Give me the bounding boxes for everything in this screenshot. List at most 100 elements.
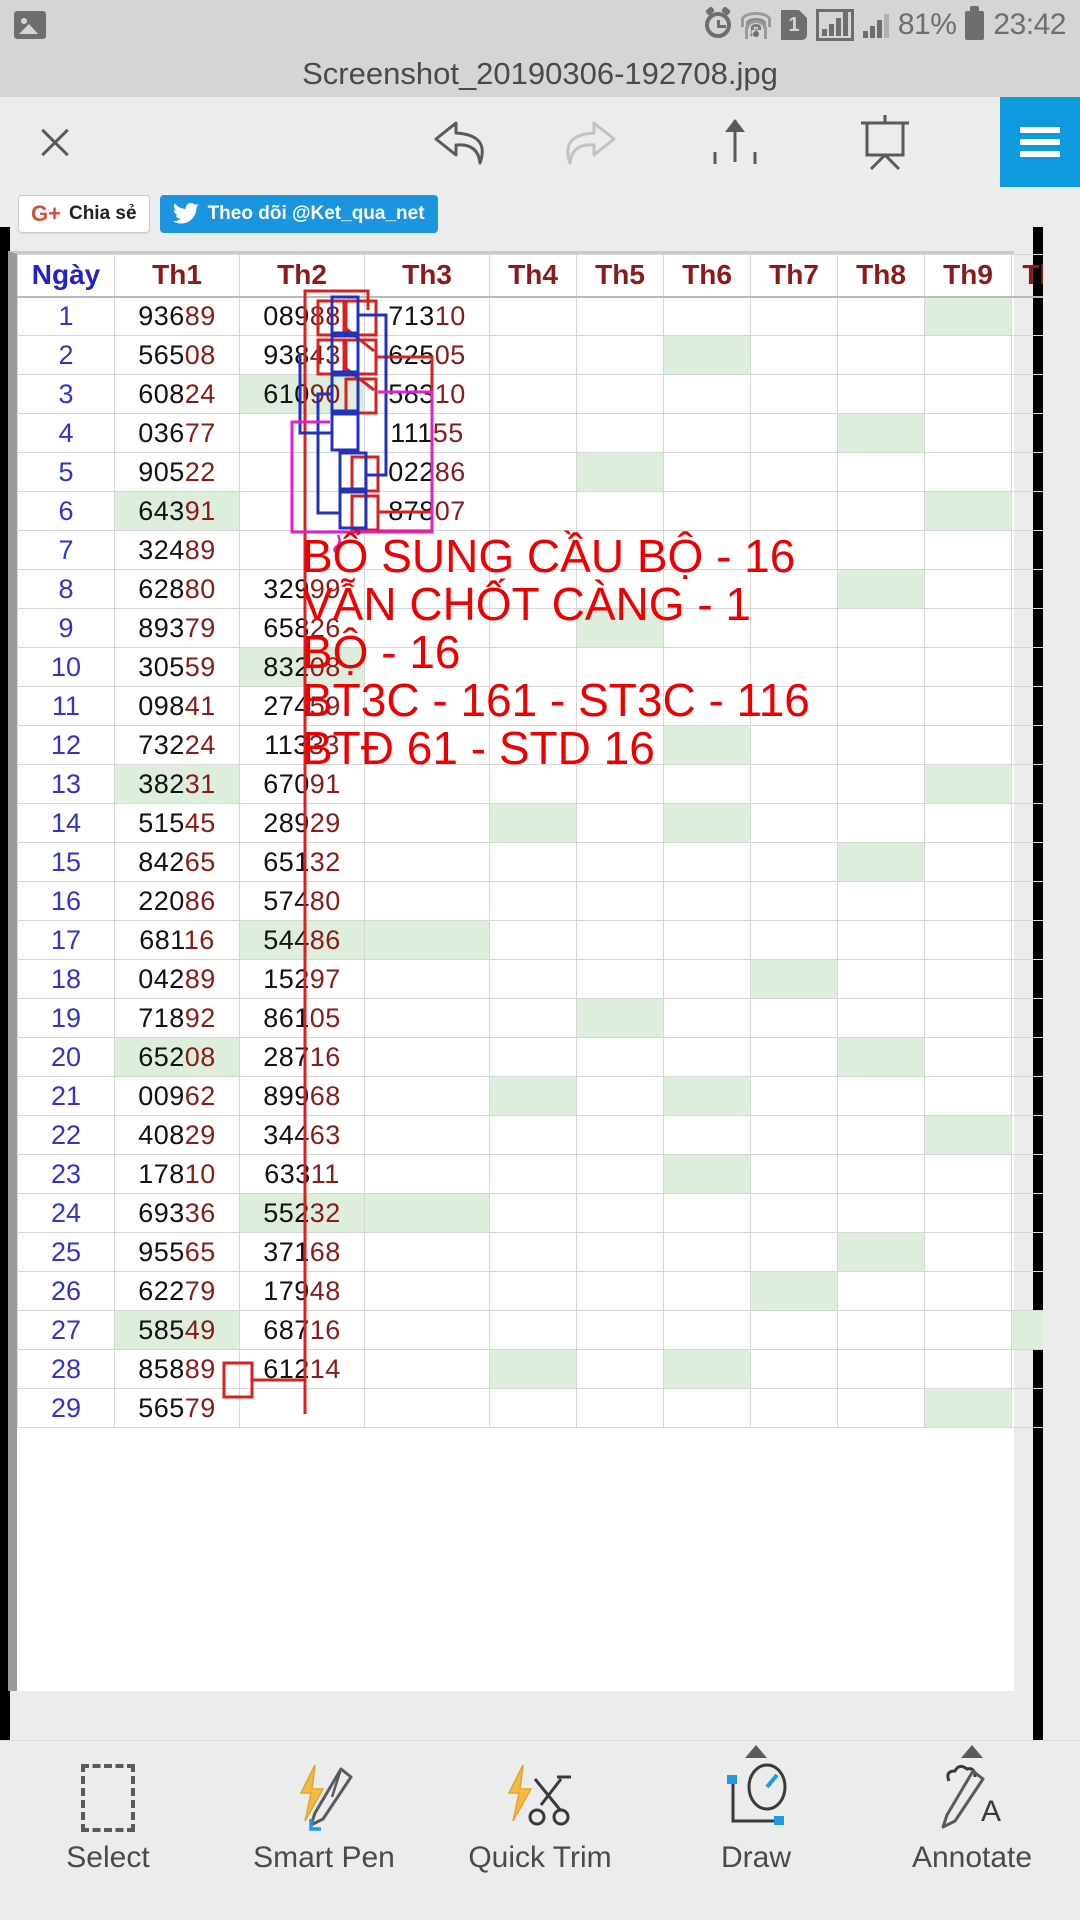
cell-th5 [576, 374, 664, 414]
cell-day: 18 [17, 959, 115, 999]
cell-th1: 62279 [114, 1271, 240, 1311]
cell-th6 [663, 335, 751, 375]
cell-th10 [1011, 1388, 1043, 1428]
cell-day: 8 [17, 569, 115, 609]
table-body: 1 93689 08988 71310 2 56508 93843 62505 3 60824 61… [17, 296, 1043, 1428]
cell-th3 [364, 881, 490, 921]
cell-th5 [576, 920, 664, 960]
cell-th4 [489, 1076, 577, 1116]
tool-smart-pen[interactable]: Smart Pen [216, 1741, 432, 1921]
cell-th2: 61090 [239, 374, 365, 414]
cell-th3 [364, 998, 490, 1038]
tool-quick-trim[interactable]: Quick Trim [432, 1741, 648, 1921]
table-header-row: NgàyTh1Th2Th3Th4Th5Th6Th7Th8Th9Th10 [17, 254, 1043, 298]
cell-th7 [750, 959, 838, 999]
cell-th7 [750, 1232, 838, 1272]
cell-th9 [924, 296, 1012, 336]
cell-th2: 68716 [239, 1310, 365, 1350]
cell-th6 [663, 842, 751, 882]
table-row: 16 22086 57480 [17, 881, 1043, 921]
cell-th10 [1011, 296, 1043, 336]
cell-th6 [663, 920, 751, 960]
cell-th3 [364, 1037, 490, 1077]
cell-th6 [663, 296, 751, 336]
cell-th3: 62505 [364, 335, 490, 375]
draw-expand-caret-icon[interactable] [745, 1745, 767, 1758]
cell-th4 [489, 959, 577, 999]
tool-select-label: Select [66, 1841, 150, 1874]
cell-th9 [924, 1193, 1012, 1233]
cell-day: 15 [17, 842, 115, 882]
status-bar-right: ↓↑ 1 81% 23:42 [704, 5, 1066, 42]
signal-boxed-icon [815, 9, 854, 41]
cell-th1: 56579 [114, 1388, 240, 1428]
cell-th3 [364, 1193, 490, 1233]
cell-th6 [663, 491, 751, 531]
cell-th4 [489, 803, 577, 843]
cell-day: 13 [17, 764, 115, 804]
cell-th10 [1011, 1076, 1043, 1116]
cell-th6 [663, 374, 751, 414]
tool-annotate[interactable]: A Annotate [864, 1741, 1080, 1921]
cell-th8 [837, 413, 925, 453]
tool-quick-trim-label: Quick Trim [468, 1841, 612, 1874]
tool-smart-pen-label: Smart Pen [253, 1841, 395, 1874]
cell-day: 25 [17, 1232, 115, 1272]
annotate-expand-caret-icon[interactable] [961, 1745, 983, 1758]
cell-th1: 60824 [114, 374, 240, 414]
cell-th2: 34463 [239, 1115, 365, 1155]
cell-th7 [750, 413, 838, 453]
table-row: 14 51545 28929 [17, 803, 1043, 843]
close-button[interactable] [0, 97, 110, 187]
cell-th6 [663, 452, 751, 492]
cell-day: 1 [17, 296, 115, 336]
cell-th9 [924, 452, 1012, 492]
google-plus-share-button[interactable]: G+ Chia sẻ [18, 195, 150, 233]
hamburger-menu-icon [1020, 121, 1060, 163]
cell-th6 [663, 881, 751, 921]
undo-button[interactable] [420, 97, 510, 187]
share-button[interactable] [690, 97, 780, 187]
cell-th2 [239, 452, 365, 492]
cell-day: 19 [17, 998, 115, 1038]
cell-day: 9 [17, 608, 115, 648]
cell-th1: 85889 [114, 1349, 240, 1389]
cell-th3 [364, 1154, 490, 1194]
twitter-follow-button[interactable]: Theo dõi @Ket_qua_net [159, 195, 438, 233]
image-canvas[interactable]: G+ Chia sẻ Theo dõi @Ket_qua_net Ngày Th1… [0, 187, 1080, 1740]
table-row: 4 03677 11155 [17, 413, 1043, 453]
cell-th1: 90522 [114, 452, 240, 492]
cell-th9 [924, 1115, 1012, 1155]
cell-th7 [750, 374, 838, 414]
cell-th3: 71310 [364, 296, 490, 336]
cell-th9 [924, 1388, 1012, 1428]
cell-day: 11 [17, 686, 115, 726]
cell-th5 [576, 803, 664, 843]
cell-th7 [750, 842, 838, 882]
table-header-ngày: Ngày [17, 254, 115, 298]
cell-th2: 17948 [239, 1271, 365, 1311]
cell-th6 [663, 1271, 751, 1311]
presentation-button[interactable] [840, 97, 930, 187]
annotation-text-block: BỔ SUNG CẦU BỘ - 16 VẪN CHỐT CÀNG - 1 BỘ -… [302, 532, 1032, 772]
redo-button[interactable] [540, 97, 630, 187]
tool-select[interactable]: Select [0, 1741, 216, 1921]
table-row: 5 90522 02286 [17, 452, 1043, 492]
cell-th8 [837, 335, 925, 375]
tool-draw[interactable]: Draw [648, 1741, 864, 1921]
table-row: 21 00962 89968 [17, 1076, 1043, 1116]
cell-th1: 17810 [114, 1154, 240, 1194]
cell-th1: 65208 [114, 1037, 240, 1077]
cell-th8 [837, 1037, 925, 1077]
photo-image: G+ Chia sẻ Theo dõi @Ket_qua_net Ngày Th1… [0, 187, 1043, 1740]
table-row: 27 58549 68716 [17, 1310, 1043, 1350]
cell-th1: 71892 [114, 998, 240, 1038]
hamburger-menu-button[interactable] [1000, 97, 1080, 187]
cell-th7 [750, 1271, 838, 1311]
cell-day: 21 [17, 1076, 115, 1116]
cell-th9 [924, 881, 1012, 921]
cell-th8 [837, 296, 925, 336]
cell-th4 [489, 1349, 577, 1389]
cell-th5 [576, 842, 664, 882]
cell-th2: 55232 [239, 1193, 365, 1233]
